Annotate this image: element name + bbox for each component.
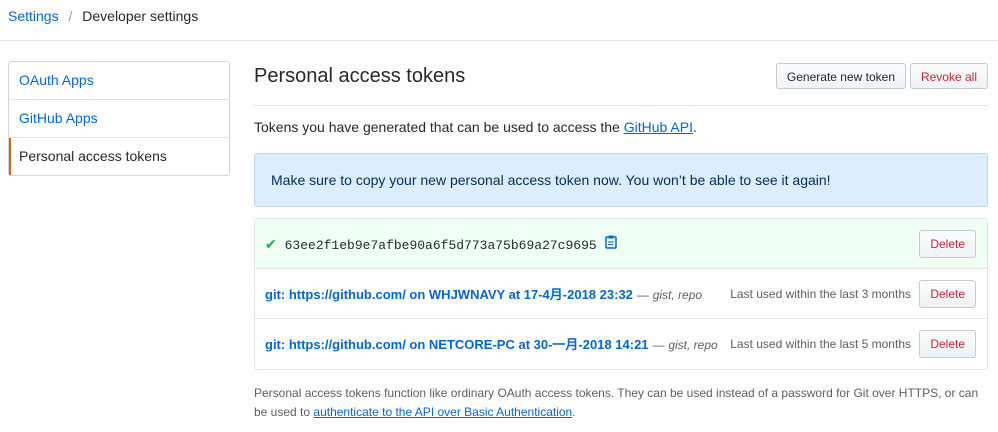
- token-name-link[interactable]: git: https://github.com/ on NETCORE-PC a…: [265, 337, 649, 352]
- sidebar-nav: OAuth Apps GitHub Apps Personal access t…: [8, 61, 230, 176]
- delete-token-button[interactable]: Delete: [919, 280, 976, 308]
- description-suffix: .: [692, 119, 697, 135]
- footer-note: Personal access tokens function like ord…: [254, 384, 988, 422]
- generate-new-token-button[interactable]: Generate new token: [775, 63, 906, 89]
- delete-new-token-button[interactable]: Delete: [919, 230, 976, 258]
- token-name-link[interactable]: git: https://github.com/ on WHJWNAVY at …: [265, 287, 633, 302]
- token-dash: —: [652, 338, 665, 352]
- token-scopes: gist, repo: [668, 338, 718, 352]
- token-dash: —: [636, 288, 649, 302]
- new-token-value[interactable]: 63ee2f1eb9e7afbe90a6f5d773a75b69a27c9695: [285, 238, 597, 253]
- basic-auth-link[interactable]: authenticate to the API over Basic Authe…: [313, 405, 572, 419]
- token-list: ✔ 63ee2f1eb9e7afbe90a6f5d773a75b69a27c96…: [254, 218, 988, 370]
- breadcrumb: Settings / Developer settings: [8, 8, 198, 24]
- token-last-used: Last used within the last 5 months: [730, 337, 911, 351]
- sidebar-item-oauth-apps[interactable]: OAuth Apps: [9, 62, 229, 100]
- github-api-link[interactable]: GitHub API: [624, 119, 693, 135]
- delete-token-button[interactable]: Delete: [919, 330, 976, 358]
- revoke-all-button[interactable]: Revoke all: [909, 63, 988, 89]
- header-divider: [0, 40, 998, 41]
- page-description: Tokens you have generated that can be us…: [254, 119, 697, 135]
- page-title: Personal access tokens: [254, 65, 466, 87]
- copy-token-notice: Make sure to copy your new personal acce…: [254, 153, 988, 207]
- token-row: git: https://github.com/ on WHJWNAVY at …: [255, 269, 987, 319]
- token-scopes: gist, repo: [652, 288, 703, 302]
- breadcrumb-current: Developer settings: [82, 8, 199, 24]
- footer-suffix: .: [572, 405, 576, 419]
- breadcrumb-separator: /: [68, 8, 73, 24]
- check-icon: ✔: [265, 236, 277, 252]
- sidebar-item-github-apps[interactable]: GitHub Apps: [9, 100, 229, 138]
- new-token-row: ✔ 63ee2f1eb9e7afbe90a6f5d773a75b69a27c96…: [255, 219, 987, 269]
- breadcrumb-settings-link[interactable]: Settings: [8, 8, 59, 24]
- clipboard-icon[interactable]: [604, 235, 617, 252]
- token-row: git: https://github.com/ on NETCORE-PC a…: [255, 319, 987, 369]
- title-divider: [254, 105, 988, 106]
- token-last-used: Last used within the last 3 months: [730, 287, 911, 301]
- description-text: Tokens you have generated that can be us…: [254, 119, 624, 135]
- sidebar-item-personal-access-tokens[interactable]: Personal access tokens: [9, 138, 229, 175]
